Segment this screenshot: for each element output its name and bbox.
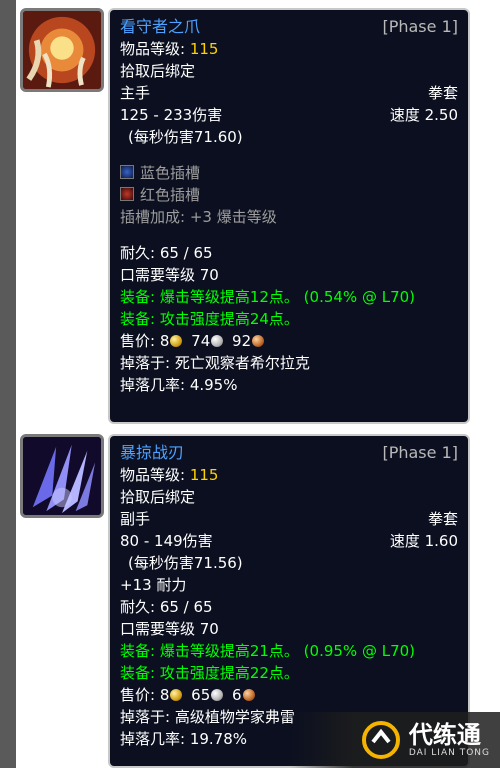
phase-label: [Phase 1] [382, 17, 458, 36]
copper-coin-icon [252, 335, 265, 347]
item-level-value: 115 [189, 40, 219, 58]
socket-row-red: 红色插槽 [120, 184, 458, 206]
copper-amount: 92 [232, 332, 252, 350]
item-name[interactable]: 暴掠战刃 [120, 442, 184, 464]
gold-coin-icon [170, 335, 183, 347]
weapon-type-text: 拳套 [427, 510, 458, 528]
damage-text: 80 - 149伤害 [120, 532, 213, 550]
watermark: 代练通 DAI LIAN TONG [290, 712, 500, 768]
damage-text: 125 - 233伤害 [120, 106, 223, 124]
weapon-type-text: 拳套 [427, 84, 458, 102]
equip-effect-2: 装备: 攻击强度提高22点。 [120, 664, 299, 682]
claw-weapon-icon[interactable] [20, 8, 104, 92]
equip-effect-1: 装备: 爆击等级提高21点。 (0.95% @ L70) [120, 642, 416, 660]
sell-price-label: 售价: [120, 332, 156, 350]
item-tooltip-1: 看守者之爪 [Phase 1] 物品等级: 115 拾取后绑定 主手 拳套 12… [108, 8, 470, 424]
stamina-text: +13 耐力 [120, 576, 187, 594]
gold-amount: 8 [159, 332, 170, 350]
silver-coin-icon [211, 689, 224, 701]
sell-price-label: 售价: [120, 686, 156, 704]
bind-text: 拾取后绑定 [120, 62, 196, 80]
speed-text: 速度 2.50 [389, 106, 458, 124]
speed-text: 速度 1.60 [389, 532, 458, 550]
slot-text: 主手 [120, 84, 151, 102]
red-socket-icon [120, 187, 134, 201]
durability-text: 耐久: 65 / 65 [120, 598, 213, 616]
blue-socket-icon [120, 165, 134, 179]
gold-coin-icon [170, 689, 183, 701]
equip-effect-1: 装备: 爆击等级提高12点。 (0.54% @ L70) [120, 288, 416, 306]
sell-price-row: 售价: 8 74 92 [120, 330, 458, 352]
copper-amount: 6 [232, 686, 242, 704]
sell-price-row: 售价: 8 65 6 [120, 684, 458, 706]
silver-coin-icon [211, 335, 224, 347]
drop-rate-text: 掉落几率: 4.95% [120, 376, 238, 394]
blue-socket-label: 蓝色插槽 [140, 164, 201, 182]
red-socket-label: 红色插槽 [140, 186, 201, 204]
dps-text: (每秒伤害71.60) [128, 128, 243, 146]
socket-bonus-text: 插槽加成: +3 爆击等级 [120, 208, 277, 226]
durability-text: 耐久: 65 / 65 [120, 244, 213, 262]
item-level-row: 物品等级: 115 [120, 464, 458, 486]
equip-effect-2: 装备: 攻击强度提高24点。 [120, 310, 299, 328]
item-level-row: 物品等级: 115 [120, 38, 458, 60]
watermark-text: 代练通 DAI LIAN TONG [409, 722, 490, 758]
item-name[interactable]: 看守者之爪 [120, 16, 200, 38]
drop-source-text: 掉落于: 死亡观察者希尔拉克 [120, 354, 310, 372]
required-level-text: 口需要等级 70 [120, 620, 219, 638]
blade-weapon-icon[interactable] [20, 434, 104, 518]
copper-coin-icon [242, 689, 255, 701]
silver-amount: 65 [191, 686, 211, 704]
required-level-text: 口需要等级 70 [120, 266, 219, 284]
bind-text: 拾取后绑定 [120, 488, 196, 506]
item-level-value: 115 [189, 466, 219, 484]
socket-row-blue: 蓝色插槽 [120, 162, 458, 184]
item-card-1: 看守者之爪 [Phase 1] 物品等级: 115 拾取后绑定 主手 拳套 12… [16, 4, 470, 424]
watermark-logo-icon [361, 721, 400, 759]
silver-amount: 74 [191, 332, 211, 350]
phase-label: [Phase 1] [382, 443, 458, 462]
watermark-cn: 代练通 [408, 721, 481, 749]
left-border-strip [0, 0, 16, 768]
dps-text: (每秒伤害71.56) [128, 554, 243, 572]
item-level-label: 物品等级: [120, 466, 186, 484]
slot-text: 副手 [120, 510, 151, 528]
watermark-en: DAI LIAN TONG [408, 748, 490, 758]
item-level-label: 物品等级: [120, 40, 186, 58]
gold-amount: 8 [159, 686, 170, 704]
